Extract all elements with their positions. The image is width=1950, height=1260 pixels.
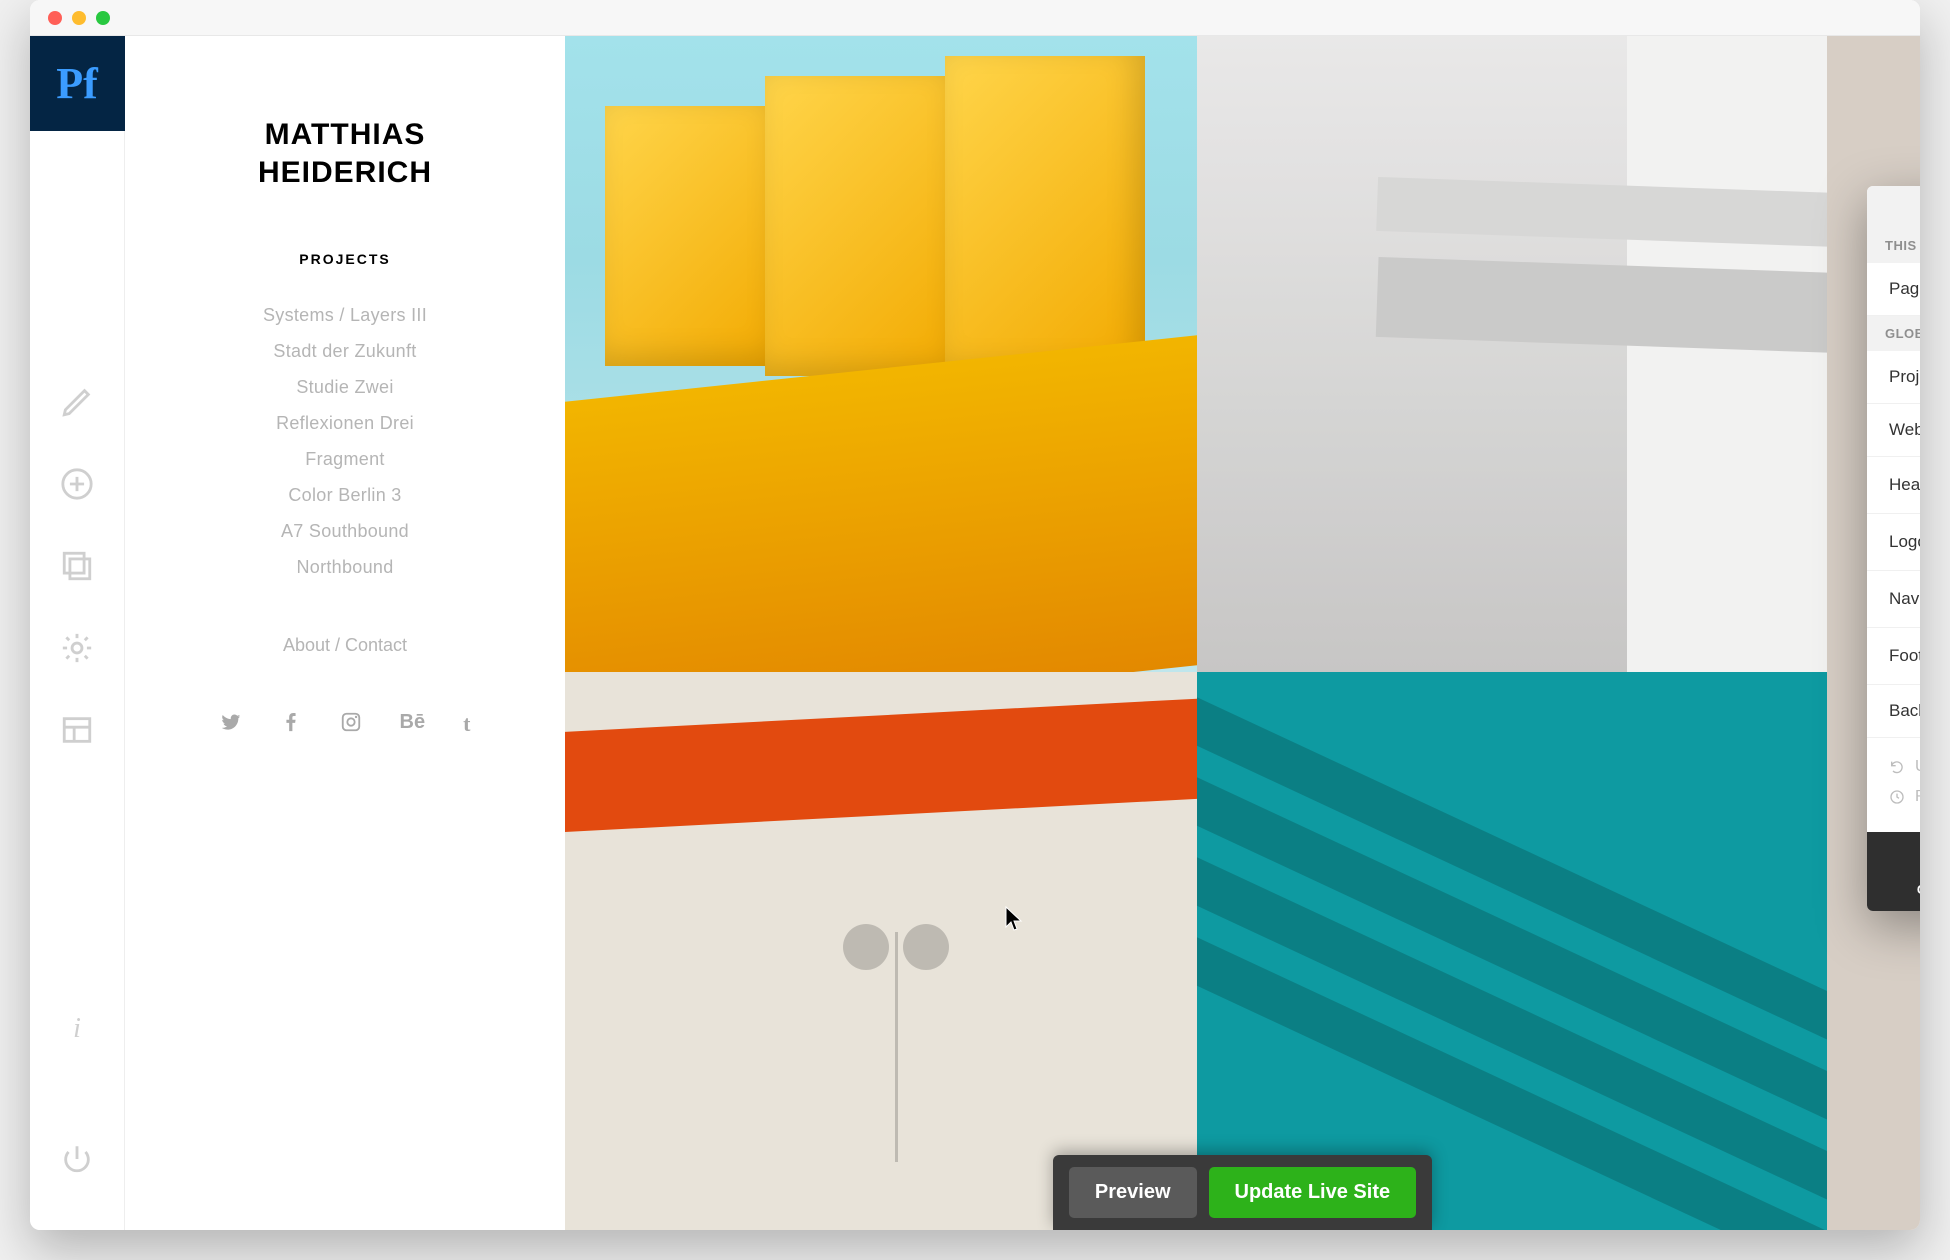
window-minimize-dot[interactable]	[72, 11, 86, 25]
site-title: MATTHIAS HEIDERICH	[165, 116, 525, 191]
tumblr-icon[interactable]: t	[463, 711, 470, 739]
pencil-icon[interactable]	[60, 385, 94, 419]
panel-row[interactable]: Header	[1867, 457, 1920, 514]
tab-customize-label: CUSTOMIZE	[1917, 882, 1920, 897]
projects-nav: Systems / Layers IIIStadt der ZukunftStu…	[165, 297, 525, 585]
canvas-area[interactable]: Preview Update Live Site × THIS GALLERY …	[565, 36, 1920, 1230]
plus-circle-icon[interactable]	[60, 467, 94, 501]
window-titlebar	[30, 0, 1920, 36]
app-logo[interactable]: Pf	[30, 36, 125, 131]
project-tile-3[interactable]	[1197, 36, 1827, 672]
panel-row[interactable]: Page Background	[1867, 263, 1920, 316]
app-window: Pf i	[30, 0, 1920, 1230]
panel-row[interactable]: Background	[1867, 685, 1920, 738]
project-tile-1[interactable]	[565, 36, 1197, 672]
facebook-icon[interactable]	[280, 711, 302, 739]
window-close-dot[interactable]	[48, 11, 62, 25]
undo-label: Undo last edit	[1915, 758, 1920, 776]
pages-icon[interactable]	[60, 549, 94, 583]
preview-button[interactable]: Preview	[1069, 1167, 1197, 1218]
layout-icon[interactable]	[60, 713, 94, 747]
social-links: Bē t	[165, 711, 525, 739]
project-link[interactable]: Fragment	[165, 441, 525, 477]
panel-row[interactable]: Website Container	[1867, 404, 1920, 457]
project-link[interactable]: A7 Southbound	[165, 513, 525, 549]
panel-row[interactable]: Project Covers	[1867, 351, 1920, 404]
panel-section-this: THIS GALLERY	[1867, 228, 1920, 263]
twitter-icon[interactable]	[220, 711, 242, 739]
undo-action[interactable]: Undo last edit	[1889, 752, 1920, 782]
gear-icon[interactable]	[60, 631, 94, 665]
project-link[interactable]: Stadt der Zukunft	[165, 333, 525, 369]
behance-icon[interactable]: Bē	[400, 711, 426, 739]
site-title-line1: MATTHIAS	[265, 118, 426, 151]
project-link[interactable]: Studie Zwei	[165, 369, 525, 405]
instagram-icon[interactable]	[340, 711, 362, 739]
publish-button[interactable]: Update Live Site	[1209, 1167, 1417, 1218]
panel-row[interactable]: Footer	[1867, 628, 1920, 685]
site-sidebar: MATTHIAS HEIDERICH PROJECTS Systems / La…	[125, 36, 565, 1230]
panel-row-label: Website Container	[1889, 420, 1920, 440]
project-link[interactable]: Northbound	[165, 549, 525, 585]
panel-row-label: Footer	[1889, 646, 1920, 666]
tool-rail: Pf i	[30, 36, 125, 1230]
revert-label: Revert to last publish	[1915, 788, 1920, 806]
customize-panel: × THIS GALLERY Page Background GLOBAL Pr…	[1867, 186, 1920, 911]
about-link[interactable]: About / Contact	[165, 635, 525, 656]
cursor-icon	[1005, 906, 1023, 932]
tab-customize[interactable]: CUSTOMIZE	[1867, 832, 1920, 911]
panel-row-label: Header	[1889, 475, 1920, 495]
project-tile-2[interactable]	[565, 672, 1197, 1230]
project-tile-4[interactable]	[1197, 672, 1827, 1230]
window-zoom-dot[interactable]	[96, 11, 110, 25]
panel-section-global: GLOBAL	[1867, 316, 1920, 351]
panel-row-label: Page Background	[1889, 279, 1920, 299]
panel-drag-handle[interactable]: ×	[1867, 186, 1920, 228]
panel-row-label: Navigation	[1889, 589, 1920, 609]
panel-row[interactable]: Navigation	[1867, 571, 1920, 628]
project-link[interactable]: Color Berlin 3	[165, 477, 525, 513]
panel-tabs: CUSTOMIZE BASIC	[1867, 832, 1920, 911]
panel-actions: Undo last edit Revert to last publish	[1867, 738, 1920, 832]
project-link[interactable]: Reflexionen Drei	[165, 405, 525, 441]
power-icon[interactable]	[60, 1142, 94, 1176]
panel-row[interactable]: Logo	[1867, 514, 1920, 571]
site-title-line2: HEIDERICH	[258, 156, 432, 189]
projects-heading: PROJECTS	[165, 251, 525, 267]
project-link[interactable]: Systems / Layers III	[165, 297, 525, 333]
panel-row-label: Logo	[1889, 532, 1920, 552]
panel-row-label: Project Covers	[1889, 367, 1920, 387]
app-body: Pf i	[30, 36, 1920, 1230]
info-icon[interactable]: i	[60, 1012, 94, 1046]
revert-action[interactable]: Revert to last publish	[1889, 782, 1920, 812]
panel-row-label: Background	[1889, 701, 1920, 721]
